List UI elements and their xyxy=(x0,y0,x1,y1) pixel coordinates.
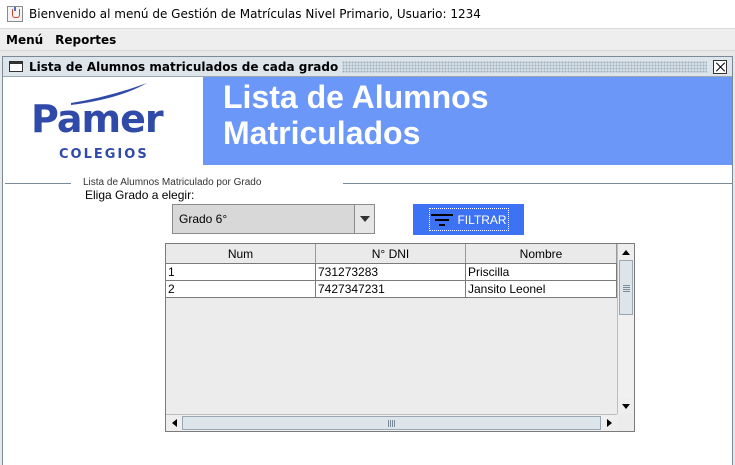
header-banner: Lista de Alumnos Matriculados xyxy=(203,77,732,165)
grade-select-value: Grado 6° xyxy=(179,212,228,226)
close-icon[interactable] xyxy=(713,59,727,74)
page-title: Lista de Alumnos Matriculados xyxy=(223,79,489,151)
filter-button-focus: FILTRAR xyxy=(428,208,509,231)
table-body: 1 731273283 Priscilla 2 7427347231 Jansi… xyxy=(166,264,617,298)
column-header-dni[interactable]: N° DNI xyxy=(316,244,466,263)
scroll-corner xyxy=(617,414,634,431)
logo-wordmark: Pamer xyxy=(31,97,164,141)
horizontal-scroll-thumb[interactable] xyxy=(182,416,601,430)
scroll-down-icon[interactable] xyxy=(618,398,634,414)
cell-num: 1 xyxy=(166,264,316,280)
group-border-right xyxy=(343,183,732,184)
filter-icon xyxy=(430,212,454,228)
column-header-nombre[interactable]: Nombre xyxy=(466,244,617,263)
grip-icon xyxy=(623,285,630,292)
window-icon xyxy=(9,61,23,72)
desktop-pane: Lista de Alumnos matriculados de cada gr… xyxy=(0,51,735,465)
filter-button[interactable]: FILTRAR xyxy=(413,204,524,235)
horizontal-scrollbar[interactable] xyxy=(166,414,617,431)
cell-dni: 7427347231 xyxy=(316,281,466,297)
group-border-left xyxy=(5,183,71,184)
internal-frame: Lista de Alumnos matriculados de cada gr… xyxy=(2,56,733,465)
table-row[interactable]: 2 7427347231 Jansito Leonel xyxy=(166,281,617,298)
table-header: Num N° DNI Nombre xyxy=(166,244,617,264)
internal-frame-title: Lista de Alumnos matriculados de cada gr… xyxy=(29,59,343,74)
group-title: Lista de Alumnos Matriculado por Grado xyxy=(83,177,262,188)
grip-icon xyxy=(388,420,395,427)
menubar: Menú Reportes xyxy=(0,29,735,51)
grade-select[interactable]: Grado 6° xyxy=(172,204,375,234)
vertical-scroll-thumb[interactable] xyxy=(619,260,633,315)
window-titlebar: Bienvenido al menú de Gestión de Matrícu… xyxy=(0,0,735,29)
scroll-up-icon[interactable] xyxy=(618,244,634,260)
internal-frame-titlebar[interactable]: Lista de Alumnos matriculados de cada gr… xyxy=(3,57,732,77)
grade-prompt-label: Eliga Grado a elegir: xyxy=(85,188,195,202)
logo-subtitle: COLEGIOS xyxy=(59,147,149,162)
cell-num: 2 xyxy=(166,281,316,297)
window-title: Bienvenido al menú de Gestión de Matrícu… xyxy=(29,7,481,21)
scroll-left-icon[interactable] xyxy=(166,415,182,431)
cell-nombre: Jansito Leonel xyxy=(466,281,617,297)
chevron-down-icon[interactable] xyxy=(354,205,374,233)
cell-dni: 731273283 xyxy=(316,264,466,280)
frame-content: Pamer COLEGIOS Lista de Alumnos Matricul… xyxy=(3,77,732,465)
students-table[interactable]: Num N° DNI Nombre 1 731273283 Priscilla … xyxy=(165,243,635,432)
pamer-logo: Pamer COLEGIOS xyxy=(29,83,179,163)
menu-menu[interactable]: Menú xyxy=(0,33,49,47)
filter-button-label: FILTRAR xyxy=(457,212,507,227)
titlebar-grip xyxy=(342,60,707,73)
table-row[interactable]: 1 731273283 Priscilla xyxy=(166,264,617,281)
scroll-right-icon[interactable] xyxy=(601,415,617,431)
menu-reportes[interactable]: Reportes xyxy=(49,33,122,47)
vertical-scrollbar[interactable] xyxy=(617,244,634,414)
column-header-num[interactable]: Num xyxy=(166,244,316,263)
java-app-icon xyxy=(7,6,23,22)
cell-nombre: Priscilla xyxy=(466,264,617,280)
